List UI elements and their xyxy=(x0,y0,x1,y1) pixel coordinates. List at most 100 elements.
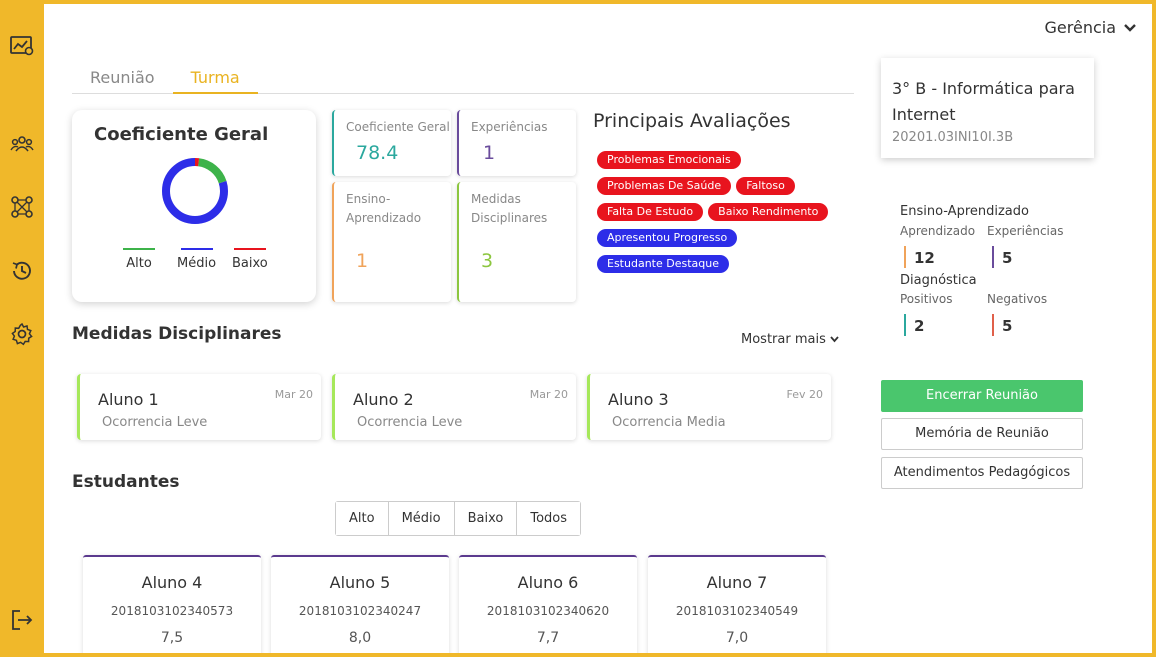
settings-gear-icon[interactable] xyxy=(10,322,34,346)
ensino-stats-heading: Ensino-Aprendizado xyxy=(900,204,1029,219)
disciplinary-date: Fev 20 xyxy=(786,388,824,401)
disciplinary-student-name: Aluno 2 xyxy=(353,390,414,409)
tag-problemas-de-saude: Problemas De Saúde xyxy=(597,177,732,195)
student-card[interactable]: Aluno 7 2018103102340549 7,0 xyxy=(648,555,826,653)
legend-baixo: Baixo xyxy=(232,248,268,271)
metric-coeficiente: Coeficiente Geral 78.4 xyxy=(332,110,451,176)
tag-baixo-rendimento: Baixo Rendimento xyxy=(708,203,829,221)
filter-baixo-button[interactable]: Baixo xyxy=(454,502,518,535)
metric-coeficiente-value: 78.4 xyxy=(356,142,399,164)
experiencias-stat-value: 5 xyxy=(992,246,1012,268)
metric-experiencias-label: Experiências xyxy=(471,120,548,134)
legend-alto: Alto xyxy=(123,248,155,271)
student-name: Aluno 7 xyxy=(706,573,768,592)
disciplinary-occurrence: Ocorrencia Media xyxy=(612,415,726,430)
disciplinary-student-name: Aluno 3 xyxy=(608,390,669,409)
student-card[interactable]: Aluno 4 2018103102340573 7,5 xyxy=(83,555,261,653)
student-grade: 7,7 xyxy=(536,630,560,646)
avaliacoes-title: Principais Avaliações xyxy=(593,110,791,132)
atendimentos-pedagogicos-button[interactable]: Atendimentos Pedagógicos xyxy=(881,457,1083,489)
legend-baixo-swatch xyxy=(233,248,266,250)
aprendizado-label: Aprendizado xyxy=(900,224,976,238)
class-info-card: 3° B - Informática para Internet 20201.0… xyxy=(881,58,1094,158)
show-more-label: Mostrar mais xyxy=(741,332,826,347)
tab-bar: Reunião Turma xyxy=(72,66,854,94)
dashboard-chart-icon[interactable] xyxy=(10,34,34,58)
estudantes-section-title: Estudantes xyxy=(72,472,180,492)
metric-experiencias-value: 1 xyxy=(483,142,496,164)
student-name: Aluno 5 xyxy=(329,573,391,592)
filter-alto-button[interactable]: Alto xyxy=(336,502,389,535)
positivos-value: 2 xyxy=(904,314,924,336)
negativos-value: 5 xyxy=(992,314,1012,336)
avaliacoes-tags: Problemas Emocionais Problemas De Saúde … xyxy=(597,148,837,278)
coeficiente-title: Coeficiente Geral xyxy=(94,124,269,145)
medidas-section-title: Medidas Disciplinares xyxy=(72,324,282,344)
metric-medidas: Medidas Disciplinares 3 xyxy=(457,182,576,302)
tag-apresentou-progresso: Apresentou Progresso xyxy=(597,229,738,247)
encerrar-reuniao-button[interactable]: Encerrar Reunião xyxy=(881,380,1083,412)
legend-medio-swatch xyxy=(180,248,213,250)
student-name: Aluno 6 xyxy=(517,573,579,592)
filter-medio-button[interactable]: Médio xyxy=(388,502,455,535)
student-grade: 7,0 xyxy=(725,630,749,646)
users-group-icon[interactable] xyxy=(10,132,34,156)
chevron-down-icon xyxy=(830,336,839,343)
chevron-down-icon xyxy=(1124,23,1136,32)
filter-todos-button[interactable]: Todos xyxy=(517,502,581,535)
student-card[interactable]: Aluno 5 2018103102340247 8,0 xyxy=(271,555,449,653)
legend-baixo-label: Baixo xyxy=(232,256,268,271)
student-card[interactable]: Aluno 6 2018103102340620 7,7 xyxy=(459,555,637,653)
disciplinary-card[interactable]: Aluno 3 Fev 20 Ocorrencia Media xyxy=(587,374,831,440)
tag-faltoso: Faltoso xyxy=(736,177,795,195)
student-grade: 8,0 xyxy=(348,630,372,646)
tab-turma[interactable]: Turma xyxy=(172,66,258,94)
metric-ensino-label: Ensino-Aprendizado xyxy=(346,192,422,225)
user-menu[interactable]: Gerência xyxy=(1045,18,1137,37)
class-code: 20201.03INI10I.3B xyxy=(892,130,1014,145)
disciplinary-occurrence: Ocorrencia Leve xyxy=(357,415,463,430)
student-id: 2018103102340247 xyxy=(298,604,422,618)
metric-experiencias: Experiências 1 xyxy=(457,110,576,176)
coeficiente-card: Coeficiente Geral Alto Médio Baixo xyxy=(72,110,316,302)
disciplinary-card[interactable]: Aluno 2 Mar 20 Ocorrencia Leve xyxy=(332,374,576,440)
logout-icon[interactable] xyxy=(10,608,34,632)
legend-alto-label: Alto xyxy=(126,256,152,271)
student-id: 2018103102340620 xyxy=(486,604,610,618)
tag-problemas-emocionais: Problemas Emocionais xyxy=(597,151,741,169)
legend-medio: Médio xyxy=(177,248,216,271)
metric-medidas-label: Medidas Disciplinares xyxy=(471,192,548,225)
user-menu-label: Gerência xyxy=(1044,18,1117,37)
metric-coeficiente-label: Coeficiente Geral xyxy=(346,120,450,134)
coeficiente-donut-chart xyxy=(162,158,228,224)
student-grade: 7,5 xyxy=(160,630,184,646)
disciplinary-date: Mar 20 xyxy=(529,388,568,401)
tag-falta-de-estudo: Falta De Estudo xyxy=(597,203,704,221)
metric-medidas-value: 3 xyxy=(481,250,494,272)
student-name: Aluno 4 xyxy=(141,573,203,592)
student-id: 2018103102340573 xyxy=(110,604,234,618)
disciplinary-date: Mar 20 xyxy=(274,388,313,401)
metric-ensino-value: 1 xyxy=(356,250,369,272)
memoria-reuniao-button[interactable]: Memória de Reunião xyxy=(881,418,1083,450)
aprendizado-value: 12 xyxy=(904,246,935,268)
disciplinary-occurrence: Ocorrencia Leve xyxy=(102,415,208,430)
diagnostica-stats-heading: Diagnóstica xyxy=(900,273,977,288)
metric-ensino: Ensino-Aprendizado 1 xyxy=(332,182,451,302)
positivos-label: Positivos xyxy=(900,292,953,306)
experiencias-stat-label: Experiências xyxy=(987,224,1064,238)
tag-estudante-destaque: Estudante Destaque xyxy=(597,255,729,273)
student-filter-group: Alto Médio Baixo Todos xyxy=(335,501,582,536)
show-more-link[interactable]: Mostrar mais xyxy=(741,332,839,347)
student-id: 2018103102340549 xyxy=(675,604,799,618)
legend-medio-label: Médio xyxy=(177,256,217,271)
class-name: 3° B - Informática para Internet xyxy=(892,79,1075,124)
history-icon[interactable] xyxy=(10,259,34,283)
disciplinary-card[interactable]: Aluno 1 Mar 20 Ocorrencia Leve xyxy=(77,374,321,440)
legend-alto-swatch xyxy=(123,248,155,250)
network-icon[interactable] xyxy=(10,195,34,219)
main-panel: Gerência Reunião Turma Coeficiente Geral… xyxy=(44,4,1152,653)
negativos-label: Negativos xyxy=(987,292,1048,306)
tab-reuniao[interactable]: Reunião xyxy=(72,66,173,94)
disciplinary-student-name: Aluno 1 xyxy=(98,390,159,409)
